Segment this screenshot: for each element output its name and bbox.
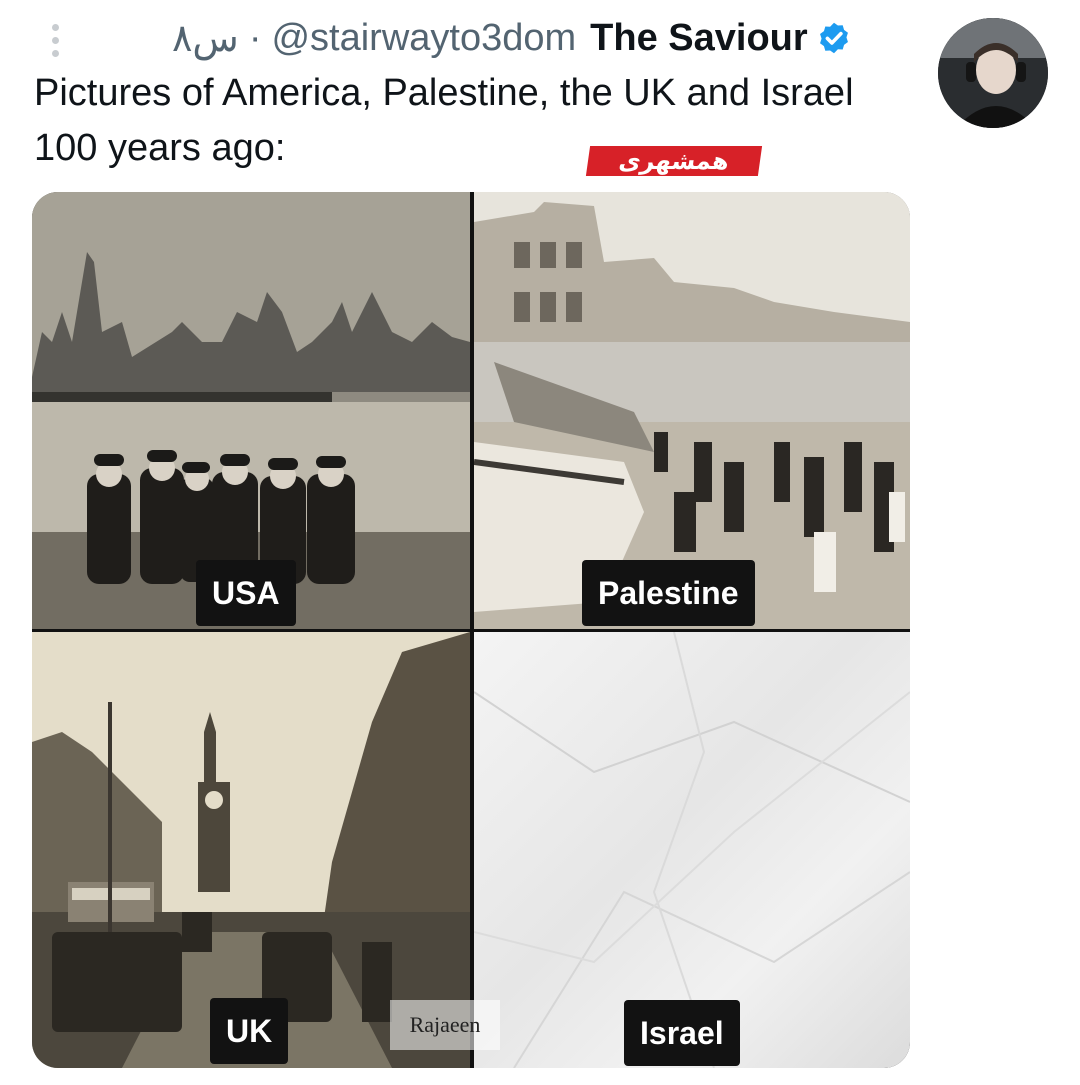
tweet-media-grid[interactable]: USA Palestine UK Israel	[32, 192, 910, 1068]
publisher-watermark: همشهری	[585, 146, 763, 176]
tweet-time[interactable]: ۸س	[172, 16, 239, 61]
separator: ·	[248, 16, 262, 59]
label-israel: Israel	[624, 1000, 740, 1066]
dot	[51, 37, 59, 44]
more-options-icon[interactable]	[48, 24, 62, 58]
artist-signature: Rajaeen	[390, 1000, 500, 1050]
label-palestine: Palestine	[582, 560, 755, 626]
verified-badge-icon	[819, 22, 848, 54]
tweet-header: ۸س · @stairwayto3dom The Saviour	[172, 12, 852, 64]
photo-israel-blank[interactable]: Israel	[474, 632, 910, 1068]
photo-palestine[interactable]: Palestine	[474, 192, 910, 629]
photo-usa[interactable]: USA	[32, 192, 470, 629]
avatar-portrait	[938, 18, 1048, 128]
user-handle[interactable]: @stairwayto3dom	[271, 17, 576, 60]
label-usa: USA	[196, 560, 296, 626]
dot	[51, 24, 59, 31]
dot	[51, 50, 59, 57]
tweet-text: Pictures of America, Palestine, the UK a…	[34, 72, 854, 169]
user-avatar[interactable]	[938, 18, 1048, 128]
label-uk: UK	[210, 998, 289, 1064]
display-name[interactable]: The Saviour	[590, 17, 808, 60]
